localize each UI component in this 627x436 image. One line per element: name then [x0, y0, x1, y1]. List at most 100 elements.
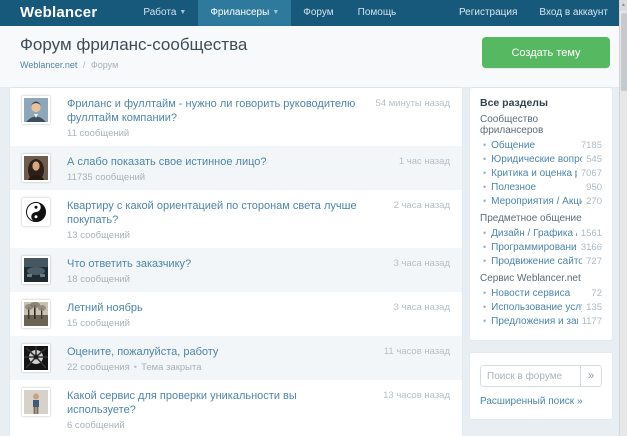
scrollbar[interactable]: ▲ — [619, 0, 627, 436]
topic-time: 54 минуты назад — [375, 98, 450, 109]
sidebar-category[interactable]: • Новости сервиса 72 — [480, 287, 602, 300]
avatar-yin-yang — [22, 198, 50, 226]
sidebar-category[interactable]: • Полезное 950 — [480, 181, 602, 194]
category-link[interactable]: Предложения и замечания — [491, 315, 577, 328]
topic-title-link[interactable]: Какой сервис для проверки уникальности в… — [67, 389, 358, 417]
topic-title-link[interactable]: Фриланс и фуллтайм - нужно ли говорить р… — [67, 97, 358, 125]
topic-row[interactable]: Летний ноябрь 15 сообщений 3 часа назад — [10, 292, 462, 336]
breadcrumb-root-link[interactable]: Weblancer.net — [20, 60, 77, 70]
category-count: 7067 — [580, 168, 602, 179]
category-link[interactable]: Новости сервиса — [491, 287, 587, 300]
category-link[interactable]: Продвижение сайтов / SEO — [491, 255, 582, 268]
bullet-icon: • — [483, 302, 487, 312]
sidebar-category[interactable]: • Юридические вопросы 545 — [480, 153, 602, 166]
sidebar-category[interactable]: • Общение 7185 — [480, 139, 602, 152]
topic-meta: 11 сообщений — [67, 128, 358, 139]
category-count: 950 — [586, 182, 602, 193]
avatar-man-suit — [22, 96, 50, 124]
section-title: Сервис Weblancer.net — [480, 273, 581, 284]
sidebar-category[interactable]: • Предложения и замечания 1177 — [480, 315, 602, 328]
avatar-dark-photo — [22, 256, 50, 284]
bullet-icon: • — [483, 140, 487, 150]
scrollbar-thumb[interactable] — [621, 13, 627, 91]
nav-item-freelancers[interactable]: Фрилансеры ▼ — [198, 0, 292, 26]
search-panel: » Расширенный поиск » — [470, 353, 612, 419]
category-count: 1561 — [580, 228, 602, 239]
avatar-woman-portrait — [22, 154, 50, 182]
topic-time: 13 часов назад — [383, 390, 450, 401]
category-count: 135 — [586, 302, 602, 313]
topic-title-link[interactable]: Оцените, пожалуйста, работу — [67, 345, 358, 359]
sections-panel: Все разделы Сообщество фрилансеров • Общен… — [470, 88, 612, 340]
create-topic-button[interactable]: Создать тему — [482, 37, 610, 68]
bullet-icon: • — [483, 182, 487, 192]
topic-meta: 22 сообщения • Тема закрыта — [67, 362, 358, 373]
scroll-up-icon[interactable]: ▲ — [620, 0, 627, 11]
bullet-icon: • — [483, 288, 487, 298]
sidebar-category[interactable]: • Дизайн / Графика / Фото1561 — [480, 227, 602, 240]
avatar-dark-rays — [22, 344, 50, 372]
topic-row[interactable]: Фриланс и фуллтайм - нужно ли говорить р… — [10, 88, 462, 146]
category-link[interactable]: Критика и оценка работ — [491, 167, 577, 180]
nav-item-help[interactable]: Помощь — [346, 0, 409, 26]
chevron-down-icon: ▼ — [272, 9, 280, 16]
bullet-icon: • — [483, 168, 487, 178]
topic-title-link[interactable]: Летний ноябрь — [67, 301, 358, 315]
breadcrumb: Weblancer.net / Форум — [20, 60, 118, 70]
topic-title-link[interactable]: Квартиру с какой ориентацией по сторонам… — [67, 199, 358, 227]
topic-row[interactable]: А слабо показать свое истинное лицо? 1173… — [10, 146, 462, 190]
breadcrumb-current: Форум — [90, 60, 119, 70]
sidebar-category[interactable]: • Использование услуг сервиса 135 — [480, 301, 602, 314]
topic-row[interactable]: Квартиру с какой ориентацией по сторонам… — [10, 190, 462, 248]
nav-item-registration[interactable]: Регистрация — [448, 0, 528, 26]
advanced-search-link[interactable]: Расширенный поиск » — [480, 396, 583, 407]
chevron-down-icon: ▼ — [179, 9, 187, 16]
search-submit-button[interactable]: » — [580, 366, 601, 386]
message-count: 13 сообщений — [67, 230, 130, 241]
category-link[interactable]: Дизайн / Графика / Фото — [491, 227, 577, 240]
category-link[interactable]: Использование услуг сервиса — [491, 301, 582, 314]
category-count: 7185 — [580, 140, 602, 151]
topic-title-link[interactable]: А слабо показать свое истинное лицо? — [67, 155, 358, 169]
account-nav: Регистрация Вход в аккаунт — [448, 0, 619, 26]
topic-title-link[interactable]: Что ответить заказчику? — [67, 257, 358, 271]
sidebar-category[interactable]: • Мероприятия / Акции 270 — [480, 195, 602, 208]
topic-meta: 15 сообщений — [67, 318, 358, 329]
topic-meta: 11735 сообщений — [67, 172, 358, 183]
sidebar-category[interactable]: • Программирование 3166 — [480, 241, 602, 254]
topic-time: 3 часа назад — [393, 302, 450, 313]
bullet-icon: • — [483, 256, 487, 266]
category-link[interactable]: Полезное — [491, 181, 582, 194]
nav-item-work[interactable]: Работа ▼ — [131, 0, 198, 26]
section-title: Предметное общение — [480, 213, 582, 224]
topic-meta: 18 сообщений — [67, 274, 358, 285]
sidebar-category[interactable]: • Продвижение сайтов / SEO 727 — [480, 255, 602, 268]
category-link[interactable]: Юридические вопросы — [491, 153, 582, 166]
nav-item-forum[interactable]: Форум — [291, 0, 345, 26]
topic-row[interactable]: Оцените, пожалуйста, работу 22 сообщения •… — [10, 336, 462, 380]
topic-time: 1 час назад — [398, 156, 450, 167]
category-link[interactable]: Общение — [491, 139, 577, 152]
meta-separator-icon: • — [133, 362, 138, 373]
sections-panel-title: Все разделы — [480, 97, 548, 109]
avatar-landscape-photo — [22, 300, 50, 328]
main-nav: Работа ▼ Фрилансеры ▼ Форум Помощь — [131, 0, 408, 26]
site-logo[interactable]: Weblancer — [0, 0, 117, 26]
message-count: 22 сообщения — [67, 362, 130, 373]
message-count: 11 сообщений — [67, 128, 130, 139]
topic-time: 3 часа назад — [393, 258, 450, 269]
nav-item-login[interactable]: Вход в аккаунт — [528, 0, 619, 26]
message-count: 6 сообщений — [67, 420, 125, 431]
topic-row[interactable]: Что ответить заказчику? 18 сообщений 3 час… — [10, 248, 462, 292]
topic-row[interactable]: Какой сервис для проверки уникальности в… — [10, 380, 462, 436]
message-count: 18 сообщений — [67, 274, 130, 285]
topic-time: 2 часа назад — [393, 200, 450, 211]
sidebar-category[interactable]: • Критика и оценка работ7067 — [480, 167, 602, 180]
category-link[interactable]: Мероприятия / Акции — [491, 195, 582, 208]
topic-meta: 6 сообщений — [67, 420, 358, 431]
search-input[interactable] — [481, 366, 580, 386]
section-title: Сообщество фрилансеров — [480, 114, 544, 136]
category-count: 545 — [586, 154, 602, 165]
category-link[interactable]: Программирование — [491, 241, 577, 254]
bullet-icon: • — [483, 196, 487, 206]
